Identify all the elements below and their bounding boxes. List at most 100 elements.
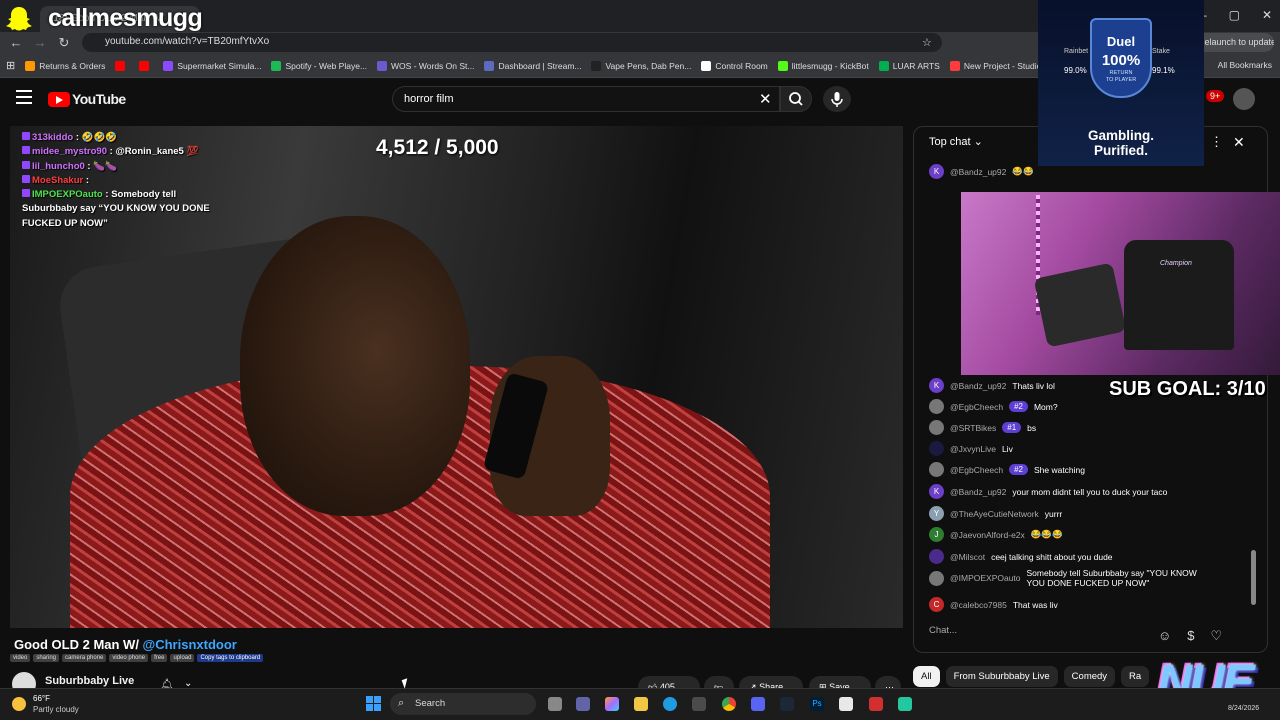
search-button[interactable] [780,86,812,112]
chrome-icon[interactable] [722,697,736,711]
edge-icon[interactable] [663,697,677,711]
chat-author[interactable]: @Bandz_up92 [950,167,1006,177]
chat-message[interactable]: @IMPOEXPOauto Somebody tell Suburbbaby sa… [929,568,1217,588]
chat-author[interactable]: @Bandz_up92 [950,381,1006,391]
chat-message[interactable]: Y @TheAyeCutieNetwork yurrr [929,506,1062,521]
bookmark-item[interactable]: Control Room [701,60,768,71]
forward-icon[interactable]: → [32,35,48,50]
window-controls[interactable]: — ▢ ✕ [1195,8,1272,22]
bookmark-item[interactable]: New Project - Studio [949,60,1041,71]
chat-author[interactable]: @SRTBikes [950,423,996,433]
chat-avatar[interactable] [929,420,944,435]
chat-avatar[interactable]: K [929,484,944,499]
back-icon[interactable]: ← [8,35,24,50]
chat-close-icon[interactable]: ✕ [1233,134,1245,151]
bookmark-item[interactable] [139,60,153,71]
taskbar-date[interactable]: 8/24/2026 [1228,705,1259,712]
chat-input[interactable]: Chat... [929,625,1159,636]
chat-message[interactable]: K @Bandz_up92 Thats liv lol [929,378,1055,393]
video-tag[interactable]: free [151,654,168,662]
filter-chip[interactable]: Comedy [1063,666,1116,687]
chat-avatar[interactable]: K [929,378,944,393]
discord-icon[interactable] [751,697,765,711]
chat-author[interactable]: @EgbCheech [950,465,1003,475]
video-tag[interactable]: video [10,654,31,662]
chat-scrollbar[interactable] [1251,550,1256,605]
chat-avatar[interactable]: Y [929,506,944,521]
task-view-icon[interactable] [548,697,562,711]
chat-author[interactable]: @EgbCheech [950,402,1003,412]
chat-avatar[interactable] [929,441,944,456]
bookmark-star-icon[interactable]: ☆ [922,36,932,49]
chat-avatar[interactable] [929,570,944,586]
windows-start-icon[interactable] [366,696,382,712]
reload-icon[interactable]: ↻ [56,35,72,51]
filter-chip[interactable]: From Suburbbaby Live [945,666,1058,687]
all-bookmarks[interactable]: All Bookmarks [1218,60,1272,70]
chat-message[interactable]: @EgbCheech #2 Mom? [929,399,1058,414]
video-tag[interactable]: upload [170,654,195,662]
youtube-logo-icon[interactable] [48,92,70,107]
chat-avatar[interactable] [929,462,944,477]
youtube-logo-text[interactable]: YouTube [72,91,126,107]
chat-author[interactable]: @IMPOEXPOauto [950,573,1021,583]
chat-menu-icon[interactable]: ⋮ [1210,134,1223,150]
account-avatar[interactable] [1233,88,1255,110]
url-text[interactable]: youtube.com/watch?v=TB20mfYtvXo [105,36,269,47]
video-title-mention[interactable]: @Chrisnxtdoor [143,637,237,652]
chat-message[interactable]: K @Bandz_up92 😂😂 [929,164,1034,179]
chat-message[interactable]: @JxvynLive Liv [929,441,1013,456]
bookmark-item[interactable]: LUAR ARTS [878,60,940,71]
chat-message[interactable]: C @calebco7985 That was liv [929,597,1058,612]
emoji-icon[interactable]: ☺ [1158,628,1171,644]
chat-author[interactable]: @Bandz_up92 [950,487,1006,497]
chat-avatar[interactable]: C [929,597,944,612]
video-tag[interactable]: video phone [109,654,149,662]
chat-author[interactable]: @Milscot [950,552,985,562]
chat-author[interactable]: @calebco7985 [950,600,1007,610]
bookmark-item[interactable]: WOS - Words On St... [377,60,474,71]
chat-message[interactable]: J @JaevonAlford-e2x 😂😂😂 [929,527,1063,542]
bookmark-item[interactable]: Returns & Orders [25,60,105,71]
chat-avatar[interactable]: J [929,527,944,542]
chat-message[interactable]: @Milscot ceej talking shitt about you dud… [929,549,1113,564]
heart-icon[interactable]: ♡ [1211,628,1223,644]
super-chat-icon[interactable]: $ [1187,628,1194,644]
steam-icon[interactable] [780,697,794,711]
store-icon[interactable] [692,697,706,711]
teams-icon[interactable] [576,697,590,711]
bookmark-item[interactable]: Supermarket Simula... [163,60,261,71]
channel-name[interactable]: Suburbbaby Live [45,675,134,687]
bookmark-item[interactable]: littlesmugg - KickBot [777,60,869,71]
filter-chip[interactable]: All [913,666,940,687]
bookmark-item[interactable]: Dashboard | Stream... [484,60,581,71]
copy-tags-button[interactable]: Copy tags to clipboard [197,654,264,662]
voice-search-button[interactable] [823,86,851,112]
weather-temp[interactable]: 66°F [33,694,50,703]
notification-badge[interactable]: 9+ [1206,90,1225,102]
bookmark-item[interactable]: Vape Pens, Dab Pen... [591,60,691,71]
chat-message[interactable]: K @Bandz_up92 your mom didnt tell you to d… [929,484,1202,499]
copilot-icon[interactable] [605,697,619,711]
chat-author[interactable]: @JaevonAlford-e2x [950,530,1025,540]
bookmark-item[interactable] [115,60,129,71]
chat-author[interactable]: @JxvynLive [950,444,996,454]
video-tag[interactable]: sharing [33,654,60,662]
menu-icon[interactable] [16,90,32,104]
bookmark-item[interactable]: Spotify - Web Playe... [271,60,367,71]
adobe-icon[interactable] [869,697,883,711]
chat-message[interactable]: @SRTBikes #1 bs [929,420,1036,435]
chat-author[interactable]: @TheAyeCutieNetwork [950,509,1039,519]
chat-avatar[interactable] [929,549,944,564]
search-value[interactable]: horror film [404,93,454,105]
clear-search-icon[interactable]: ✕ [759,90,772,108]
chat-message[interactable]: @EgbCheech #2 She watching [929,462,1085,477]
chat-avatar[interactable]: K [929,164,944,179]
app-icon[interactable] [898,697,912,711]
video-tag[interactable]: camera phone [62,654,107,662]
close-icon[interactable]: ✕ [1262,8,1272,22]
notepad-icon[interactable] [839,697,853,711]
apps-icon[interactable]: ⊞ [6,59,15,72]
chat-mode-selector[interactable]: Top chat ⌄ [929,135,983,148]
weather-desc[interactable]: Partly cloudy [33,705,79,714]
